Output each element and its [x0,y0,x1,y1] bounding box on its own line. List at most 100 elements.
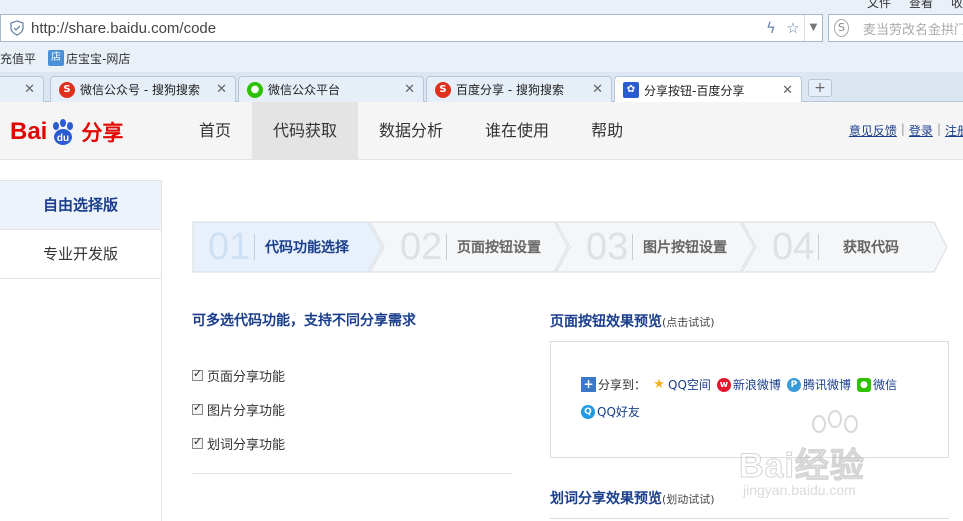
page-preview-title-text: 页面按钮效果预览 [550,314,662,330]
share-lead[interactable]: + 分享到： [581,376,646,393]
sina-weibo-icon: w [716,377,731,392]
browser-tab[interactable]: S 百度分享 - 搜狗搜索 ✕ [426,76,612,102]
sogou-icon: S [435,81,451,98]
share-label: QQ好友 [597,405,640,419]
sidebar-item-free-select[interactable]: 自由选择版 [0,181,161,230]
share-plus-icon: + [581,377,596,392]
menu-file[interactable]: 文件 [867,0,891,11]
page-preview-hint: (点击试试) [662,316,715,329]
tab-label: 微信公众号 - 搜狗搜索 [80,83,200,97]
bookmark-label: 充值平 [0,51,37,66]
divider [550,518,949,519]
logo-suffix: 分享 [81,121,124,145]
option-word-share[interactable]: 划词分享功能 [192,434,285,453]
menu-favorites[interactable]: 收 [951,0,963,11]
option-label: 页面分享功能 [207,370,286,385]
shop-icon: 店 [48,50,65,66]
step-number: 02 [400,225,443,268]
divider [192,473,512,474]
tab-label: 微信公众平台 [268,83,341,97]
step-label: 页面按钮设置 [457,240,541,256]
nav-get-code[interactable]: 代码获取 [252,102,359,160]
address-bar[interactable]: http://share.baidu.com/code ϟ ☆ ▼ [0,14,823,42]
new-tab-button[interactable]: + [808,79,832,97]
step-1[interactable]: 01 代码功能选择 [192,221,349,273]
baidu-paw-icon: ✿ [623,82,639,98]
search-placeholder[interactable]: 麦当劳改名金拱门 [863,19,963,38]
login-link[interactable]: 登录 [909,122,933,139]
qq-penguin-icon: Q [581,404,595,419]
close-icon[interactable]: ✕ [404,82,415,97]
baidu-jingyan-watermark: Bai经验 jingyan.baidu.com [735,410,963,515]
option-label: 图片分享功能 [207,404,286,419]
tencent-weibo-icon: P [786,377,801,392]
tab-label: 分享按钮-百度分享 [644,83,745,98]
watermark-text: Bai经验 [739,447,865,486]
nav-who-uses[interactable]: 谁在使用 [464,102,570,160]
share-sina-weibo[interactable]: w 新浪微博 [716,376,781,393]
shield-icon [10,20,24,36]
chevron-down-icon[interactable]: ▼ [804,15,822,41]
step-4[interactable]: 04 获取代码 [756,221,899,273]
step-3[interactable]: 03 图片按钮设置 [570,221,727,273]
step-number: 04 [772,225,815,268]
page-preview-title: 页面按钮效果预览(点击试试) [550,311,715,331]
logo-text: Bai [10,118,48,145]
menu-view[interactable]: 查看 [909,0,933,11]
star-icon[interactable]: ☆ [782,19,804,37]
bookmark-item[interactable]: 充值平 [0,50,36,67]
share-tencent-weibo[interactable]: P 腾讯微博 [786,376,851,393]
nav-data-analysis[interactable]: 数据分析 [358,102,464,160]
step-label: 图片按钮设置 [643,240,727,256]
baidu-paw-logo-icon: du [53,119,74,145]
step-2[interactable]: 02 页面按钮设置 [384,221,541,273]
sogou-search-icon: S [834,19,849,37]
close-icon[interactable]: ✕ [216,82,227,97]
nav-home[interactable]: 首页 [178,102,252,160]
share-qq-friend[interactable]: Q QQ好友 [581,403,640,420]
lightning-icon[interactable]: ϟ [760,19,782,37]
checkbox-checked[interactable] [192,435,203,449]
nav-help[interactable]: 帮助 [570,102,644,160]
option-page-share[interactable]: 页面分享功能 [192,366,285,385]
close-icon[interactable]: ✕ [592,82,603,97]
close-icon[interactable]: ✕ [24,82,35,97]
share-lead-label: 分享到： [598,378,647,392]
step-number: 01 [208,225,251,268]
browser-tab[interactable]: ● 微信公众平台 ✕ [238,76,424,102]
qzone-star-icon: ★ [653,376,665,392]
step-label: 获取代码 [843,240,899,256]
share-qzone[interactable]: ★ QQ空间 [652,376,711,393]
browser-menu: 文件 查看 收 [867,0,963,11]
browser-tab[interactable]: ✕ [0,76,44,102]
separator: | [936,122,941,136]
sidebar-item-pro-dev[interactable]: 专业开发版 [0,230,161,279]
url-text[interactable]: http://share.baidu.com/code [31,20,760,37]
share-wechat[interactable]: ● 微信 [856,376,897,393]
close-icon[interactable]: ✕ [782,83,793,98]
share-label: 微信 [872,378,897,392]
site-header: Bai du 分享 首页 代码获取 数据分析 谁在使用 帮助 意见反馈 | 登录… [0,102,963,160]
option-image-share[interactable]: 图片分享功能 [192,400,285,419]
option-label: 划词分享功能 [207,438,286,453]
feedback-link[interactable]: 意见反馈 [849,122,897,139]
checkbox-checked[interactable] [192,367,203,381]
step-label: 代码功能选择 [265,240,349,256]
browser-tab-active[interactable]: ✿ 分享按钮-百度分享 ✕ [614,76,802,103]
wechat-icon: ● [856,377,871,392]
step-divider [254,234,255,260]
step-divider [818,234,819,260]
register-link[interactable]: 注册 [945,122,963,139]
browser-chrome: 文件 查看 收 http://share.baidu.com/code ϟ ☆ … [0,0,963,72]
tab-label: 百度分享 - 搜狗搜索 [456,83,564,97]
baidu-share-logo[interactable]: Bai du 分享 [10,110,123,154]
browser-tab[interactable]: S 微信公众号 - 搜狗搜索 ✕ [50,76,236,102]
watermark-url: jingyan.baidu.com [743,482,856,498]
search-box[interactable]: S 麦当劳改名金拱门 [828,14,963,42]
step-indicator: 01 代码功能选择 02 页面按钮设置 03 图片按钮设置 04 获取代码 [192,221,948,273]
separator: | [900,122,905,136]
sidebar: 自由选择版 专业开发版 [0,180,162,521]
checkbox-checked[interactable] [192,401,203,415]
share-label: 新浪微博 [732,378,781,392]
bookmark-item[interactable]: 店 店宝宝-网店 [48,50,130,67]
